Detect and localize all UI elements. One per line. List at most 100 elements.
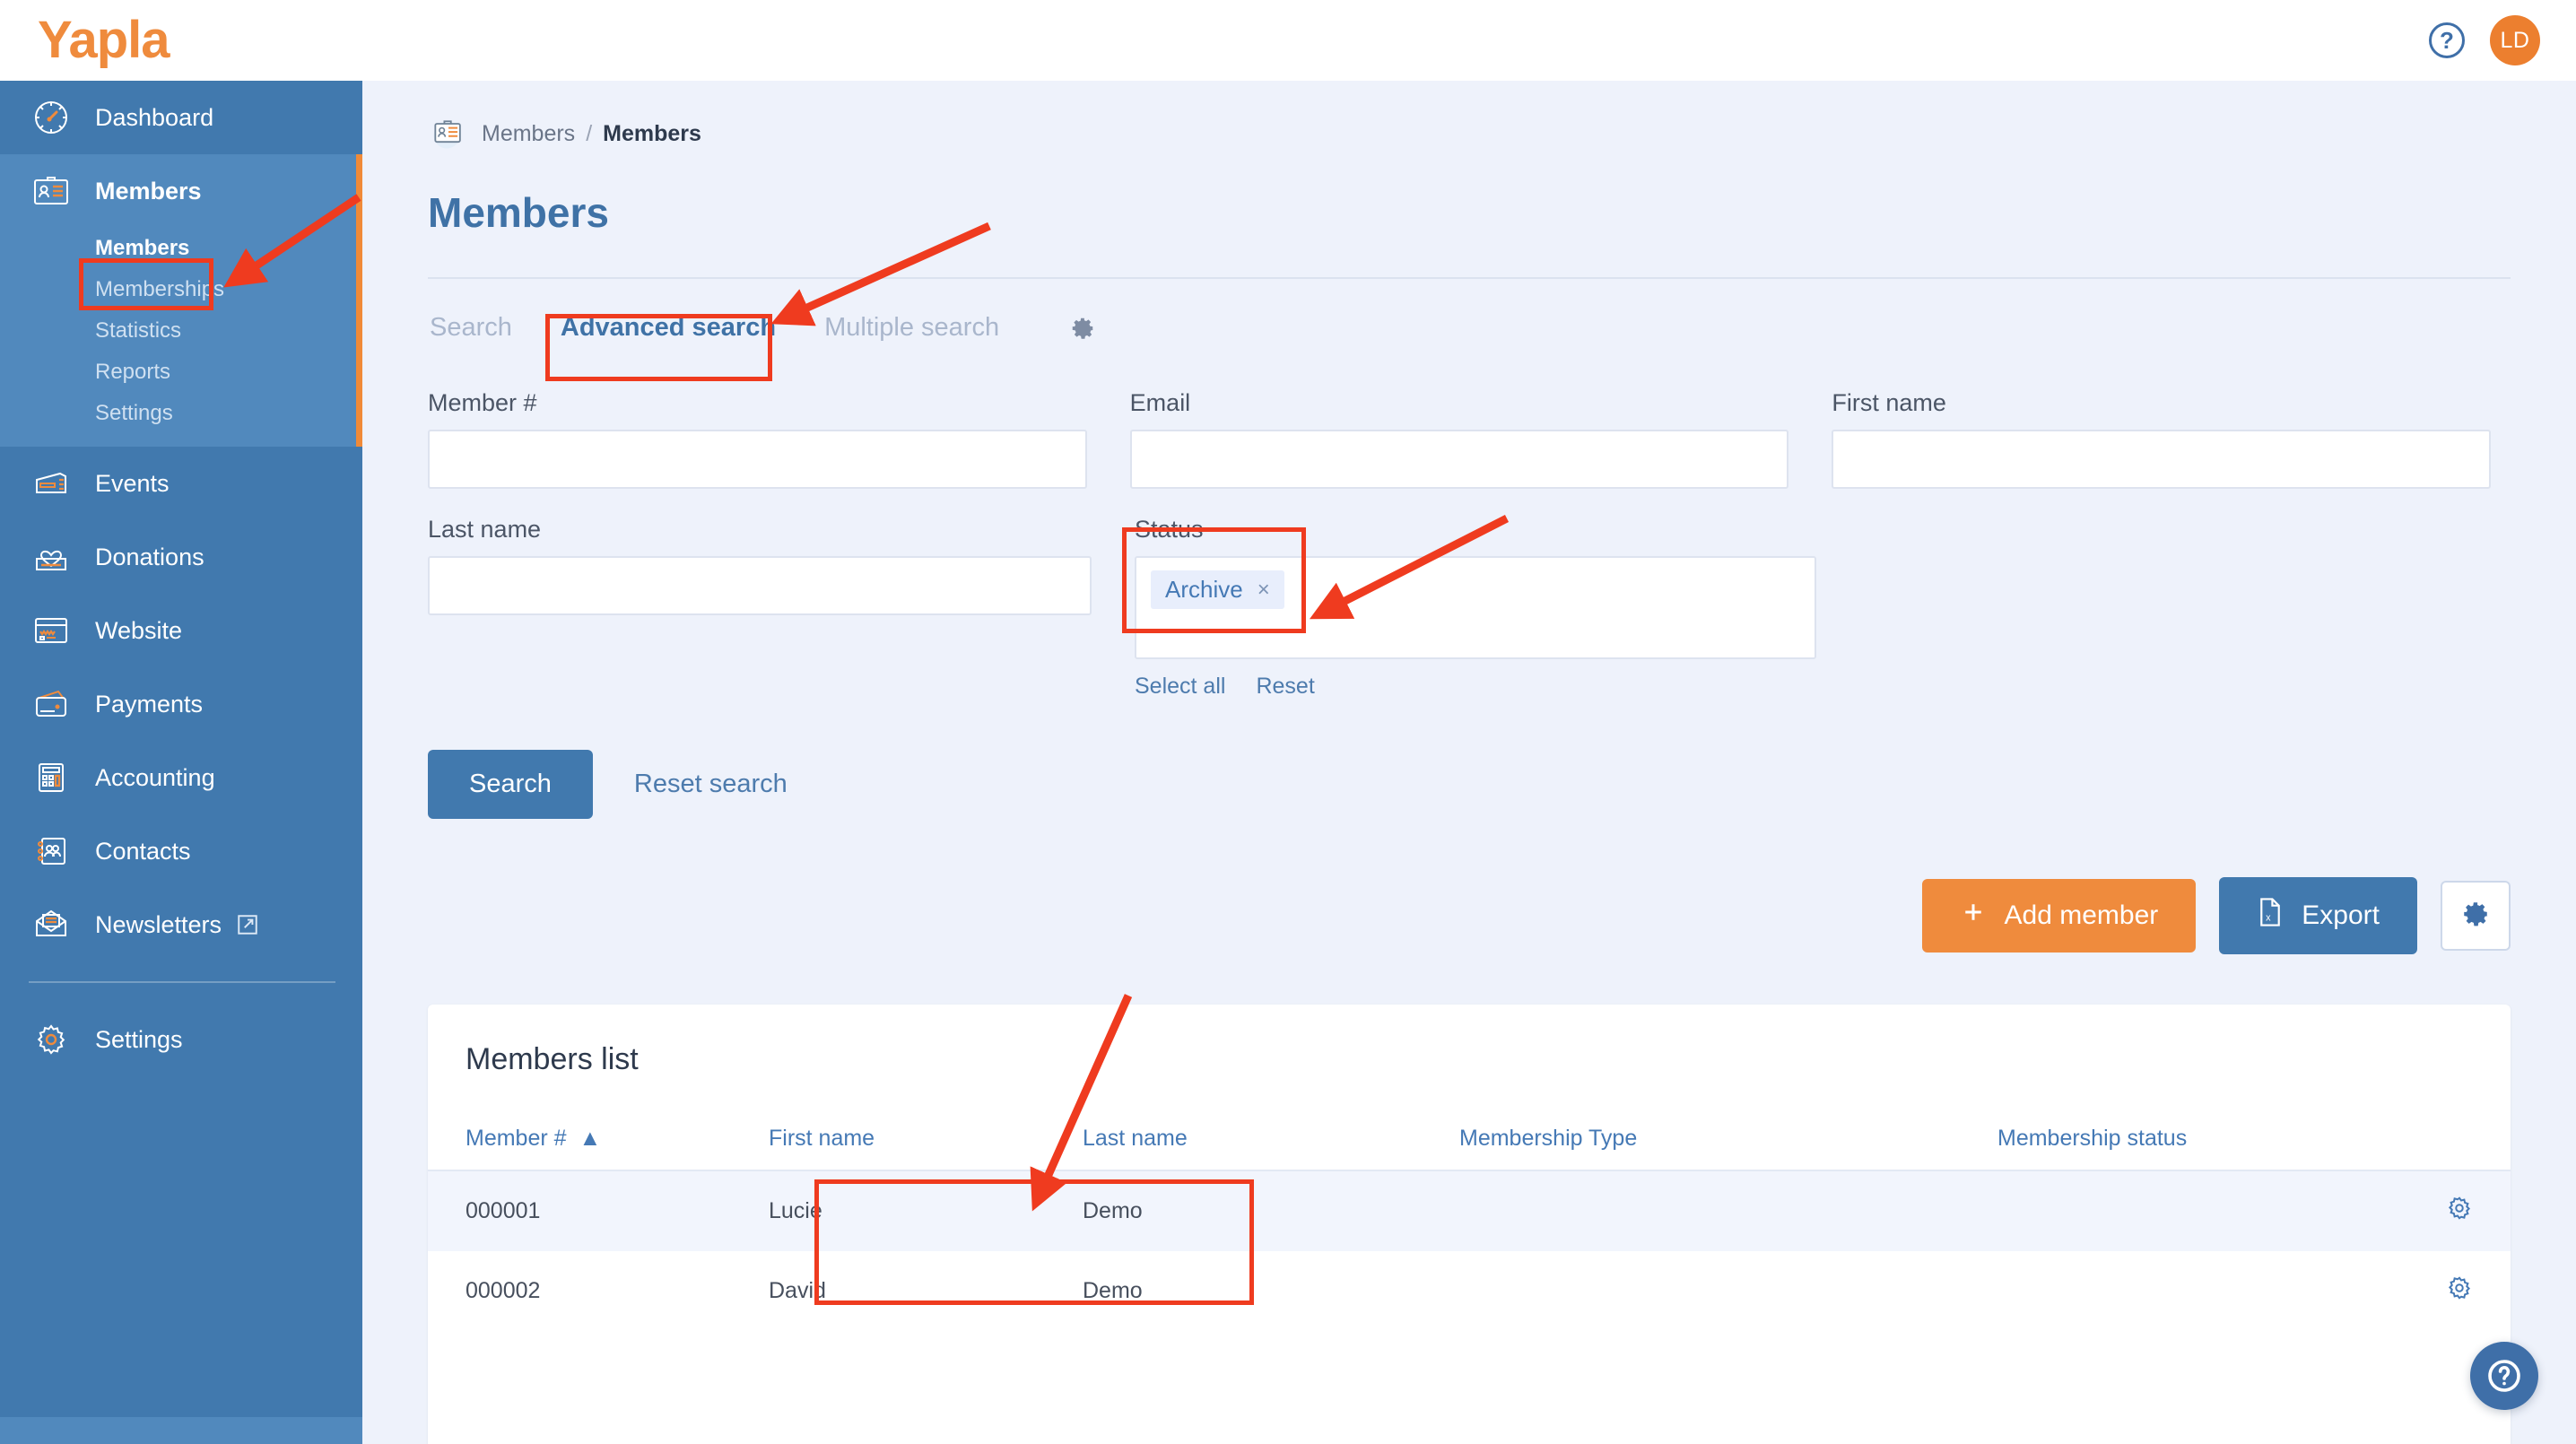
members-submenu: Members Memberships Statistics Reports S… — [0, 228, 362, 447]
field-label: Status — [1135, 516, 1816, 544]
tab-search[interactable]: Search — [428, 308, 514, 348]
sidebar-item-settings[interactable]: Settings — [0, 1003, 362, 1076]
sidebar-item-label: Accounting — [95, 764, 215, 792]
advanced-search-form: Member # Email First name Last name — [428, 389, 2491, 819]
reset-search-button[interactable]: Reset search — [634, 770, 788, 799]
excel-file-icon: x — [2257, 897, 2284, 935]
list-settings-button[interactable] — [2441, 881, 2511, 951]
sidebar-item-payments[interactable]: Payments — [0, 667, 362, 741]
member-number-input[interactable] — [428, 430, 1087, 489]
sidebar-subitem-label: Members — [95, 236, 189, 261]
column-member-number[interactable]: Member # ▲ — [428, 1111, 769, 1170]
list-toolbar: Add member x Export — [1922, 877, 2511, 954]
sidebar-subitem-label: Reports — [95, 360, 170, 385]
members-list-title: Members list — [428, 1005, 2511, 1077]
field-member-number: Member # — [428, 389, 1087, 489]
email-input[interactable] — [1130, 430, 1789, 489]
cell-last-name: Demo — [1083, 1170, 1459, 1251]
sidebar-divider — [29, 981, 335, 983]
sidebar-item-events[interactable]: Events — [0, 447, 362, 520]
sidebar-item-label: Events — [95, 470, 170, 498]
sidebar-item-donations[interactable]: Donations — [0, 520, 362, 594]
sidebar-subitem-members[interactable]: Members — [0, 228, 362, 269]
question-circle-icon[interactable]: ? — [2429, 22, 2465, 58]
sidebar-footer — [0, 1417, 362, 1444]
column-first-name[interactable]: First name — [769, 1111, 1083, 1170]
form-row-1: Member # Email First name — [428, 389, 2491, 489]
search-tabs: Search Advanced search Multiple search — [428, 308, 2576, 348]
reset-link[interactable]: Reset — [1256, 674, 1314, 700]
first-name-input[interactable] — [1832, 430, 2491, 489]
field-email: Email — [1130, 389, 1789, 489]
sidebar-item-label: Payments — [95, 691, 203, 718]
column-membership-type[interactable]: Membership Type — [1459, 1111, 1997, 1170]
field-label: First name — [1832, 389, 2491, 417]
donation-box-icon — [27, 533, 75, 581]
status-multiselect[interactable]: Archive × — [1135, 556, 1816, 659]
calculator-icon — [27, 753, 75, 802]
sidebar-subitem-settings[interactable]: Settings — [0, 393, 362, 434]
tab-multiple-search[interactable]: Multiple search — [822, 308, 1001, 348]
members-table: Member # ▲ First name Last name Membersh… — [428, 1111, 2511, 1331]
cell-row-actions — [1997, 1170, 2511, 1251]
form-row-2: Last name Status Archive × Select all Re… — [428, 516, 2491, 700]
last-name-input[interactable] — [428, 556, 1092, 615]
gear-icon — [27, 1015, 75, 1064]
gear-icon[interactable] — [1069, 315, 1096, 342]
help-circle-icon — [2483, 1354, 2526, 1397]
tab-advanced-search[interactable]: Advanced search — [559, 308, 778, 348]
plus-icon — [1960, 899, 1987, 933]
gear-icon[interactable] — [2446, 1195, 2473, 1222]
breadcrumb-parent[interactable]: Members — [482, 121, 575, 147]
form-actions: Search Reset search — [428, 750, 2491, 819]
browser-window-icon — [27, 606, 75, 655]
select-all-link[interactable]: Select all — [1135, 674, 1225, 700]
column-membership-status[interactable]: Membership status — [1997, 1111, 2511, 1170]
status-chip-archive[interactable]: Archive × — [1151, 570, 1284, 609]
sidebar-subitem-reports[interactable]: Reports — [0, 352, 362, 393]
main-content: Members / Members Members Search Advance… — [362, 81, 2576, 1444]
field-label: Email — [1130, 389, 1789, 417]
gear-icon — [2460, 899, 2491, 934]
page-title: Members — [428, 188, 2576, 237]
cell-member-number: 000001 — [428, 1170, 769, 1251]
column-last-name[interactable]: Last name — [1083, 1111, 1459, 1170]
sidebar-item-label: Website — [95, 617, 182, 645]
sidebar-item-label: Donations — [95, 544, 205, 571]
gear-icon[interactable] — [2446, 1274, 2473, 1301]
sidebar-item-newsletters[interactable]: Newsletters — [0, 888, 362, 961]
sidebar-item-website[interactable]: Website — [0, 594, 362, 667]
cell-first-name: David — [769, 1251, 1083, 1331]
yapla-members-page: Yapla ? LD Dashboard — [0, 0, 2576, 1444]
cell-membership-type — [1459, 1251, 1997, 1331]
breadcrumb: Members / Members — [428, 113, 2576, 154]
sidebar-item-dashboard[interactable]: Dashboard — [0, 81, 362, 154]
yapla-logo[interactable]: Yapla — [38, 14, 170, 66]
export-button[interactable]: x Export — [2219, 877, 2417, 954]
wallet-icon — [27, 680, 75, 728]
sidebar-item-accounting[interactable]: Accounting — [0, 741, 362, 814]
field-label: Last name — [428, 516, 1092, 544]
sidebar: Dashboard Members Members Memberships — [0, 81, 362, 1444]
table-row[interactable]: 000002 David Demo — [428, 1251, 2511, 1331]
svg-text:x: x — [2266, 913, 2271, 924]
title-divider — [428, 277, 2511, 279]
close-icon[interactable]: × — [1258, 578, 1270, 603]
members-list-card: Members list Member # ▲ First name Last … — [428, 1005, 2511, 1444]
speedometer-icon — [27, 93, 75, 142]
add-member-button[interactable]: Add member — [1922, 879, 2197, 953]
help-fab-button[interactable] — [2470, 1342, 2538, 1410]
id-card-icon — [27, 167, 75, 215]
sidebar-subitem-memberships[interactable]: Memberships — [0, 269, 362, 310]
top-bar-right: ? LD — [2429, 0, 2540, 81]
sidebar-item-label: Contacts — [95, 838, 191, 866]
sidebar-item-members[interactable]: Members — [0, 154, 362, 228]
members-table-head: Member # ▲ First name Last name Membersh… — [428, 1111, 2511, 1170]
search-button[interactable]: Search — [428, 750, 593, 819]
avatar[interactable]: LD — [2490, 15, 2540, 65]
sidebar-item-contacts[interactable]: Contacts — [0, 814, 362, 888]
sidebar-subitem-statistics[interactable]: Statistics — [0, 310, 362, 352]
cell-membership-type — [1459, 1170, 1997, 1251]
field-last-name: Last name — [428, 516, 1092, 700]
table-row[interactable]: 000001 Lucie Demo — [428, 1170, 2511, 1251]
